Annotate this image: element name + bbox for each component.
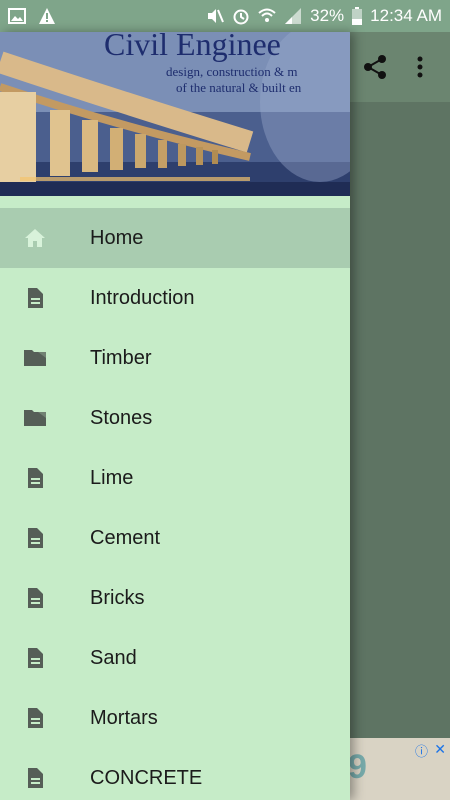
menu-item-concrete[interactable]: CONCRETE	[0, 748, 350, 800]
header-subtitle-line2: of the natural & built en	[176, 80, 302, 95]
menu-item-label: Stones	[90, 407, 153, 429]
menu-item-label: Mortars	[90, 707, 158, 729]
document-icon	[28, 588, 43, 608]
battery-icon	[352, 7, 363, 25]
ad-info-icon[interactable]: ⓘ	[415, 741, 428, 760]
home-icon	[25, 229, 45, 247]
warning-icon	[39, 8, 55, 24]
drawer-header-image: Civil Enginee design, construction & m o…	[0, 32, 350, 196]
menu-item-sand[interactable]: Sand	[0, 628, 350, 688]
drawer-menu: Home Introduction Timber Stones Lime Cem…	[0, 208, 350, 800]
document-icon	[28, 468, 43, 488]
menu-item-label: Cement	[90, 527, 161, 549]
share-icon[interactable]	[360, 52, 390, 82]
document-icon	[28, 768, 43, 788]
status-left	[8, 7, 56, 25]
document-icon	[28, 708, 43, 728]
menu-item-label: CONCRETE	[90, 767, 203, 789]
header-subtitle-line1: design, construction & m	[166, 64, 298, 79]
signal-icon	[285, 8, 302, 24]
menu-item-label: Timber	[90, 347, 152, 369]
menu-item-label: Sand	[90, 647, 137, 669]
folder-icon	[24, 410, 46, 426]
menu-item-label: Home	[90, 227, 144, 249]
document-icon	[28, 288, 43, 308]
menu-item-stones[interactable]: Stones	[0, 388, 350, 448]
more-vert-icon[interactable]	[408, 52, 432, 82]
clock: 12:34 AM	[370, 6, 442, 25]
menu-item-mortars[interactable]: Mortars	[0, 688, 350, 748]
menu-item-cement[interactable]: Cement	[0, 508, 350, 568]
image-icon	[8, 8, 26, 24]
alarm-icon	[233, 9, 249, 25]
menu-item-introduction[interactable]: Introduction	[0, 268, 350, 328]
menu-item-timber[interactable]: Timber	[0, 328, 350, 388]
menu-item-label: Lime	[90, 467, 134, 489]
ad-digit: 9	[348, 748, 367, 786]
menu-item-bricks[interactable]: Bricks	[0, 568, 350, 628]
menu-item-lime[interactable]: Lime	[0, 448, 350, 508]
document-icon	[28, 648, 43, 668]
folder-icon	[24, 350, 46, 366]
status-right: 32% 12:34 AM	[206, 6, 442, 26]
status-bar: 32% 12:34 AM	[0, 0, 450, 32]
header-title: Civil Enginee	[104, 32, 281, 62]
mute-icon	[208, 9, 225, 23]
wifi-icon	[258, 8, 276, 22]
menu-item-label: Bricks	[90, 587, 145, 609]
ad-close-icon[interactable]: ✕	[434, 741, 446, 758]
battery-percent: 32%	[310, 6, 345, 25]
navigation-drawer: Civil Enginee design, construction & m o…	[0, 32, 350, 800]
menu-item-home[interactable]: Home	[0, 208, 350, 268]
ad-image[interactable]: 9 ⓘ ✕	[346, 738, 450, 800]
menu-item-label: Introduction	[90, 287, 195, 309]
document-icon	[28, 528, 43, 548]
